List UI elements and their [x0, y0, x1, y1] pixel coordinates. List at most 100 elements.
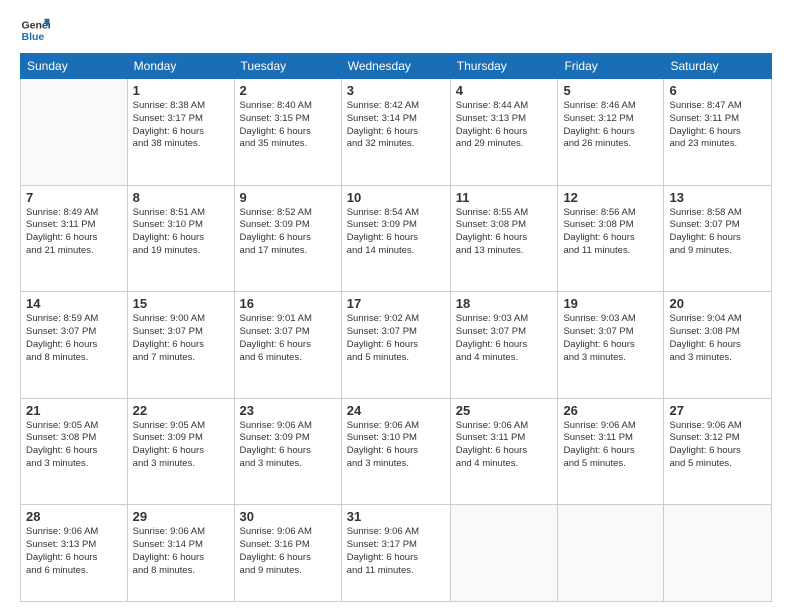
calendar-cell: [558, 505, 664, 602]
svg-text:Blue: Blue: [22, 31, 45, 43]
day-number: 27: [669, 403, 766, 418]
day-number: 16: [240, 296, 336, 311]
day-number: 19: [563, 296, 658, 311]
day-number: 4: [456, 83, 553, 98]
calendar-cell: 20 Sunrise: 9:04 AM Sunset: 3:08 PM Dayli…: [664, 292, 772, 399]
calendar-cell: 1 Sunrise: 8:38 AM Sunset: 3:17 PM Daylig…: [127, 79, 234, 186]
day-info: Sunrise: 9:06 AM Sunset: 3:09 PM Dayligh…: [240, 420, 336, 471]
calendar-table: SundayMondayTuesdayWednesdayThursdayFrid…: [20, 53, 772, 602]
calendar-cell: 17 Sunrise: 9:02 AM Sunset: 3:07 PM Dayli…: [341, 292, 450, 399]
day-number: 12: [563, 190, 658, 205]
day-number: 1: [133, 83, 229, 98]
day-number: 17: [347, 296, 445, 311]
day-info: Sunrise: 9:05 AM Sunset: 3:09 PM Dayligh…: [133, 420, 229, 471]
calendar-week-row: 14 Sunrise: 8:59 AM Sunset: 3:07 PM Dayli…: [21, 292, 772, 399]
day-info: Sunrise: 8:52 AM Sunset: 3:09 PM Dayligh…: [240, 207, 336, 258]
logo: General Blue: [20, 15, 54, 45]
day-number: 7: [26, 190, 122, 205]
day-info: Sunrise: 8:56 AM Sunset: 3:08 PM Dayligh…: [563, 207, 658, 258]
day-info: Sunrise: 9:06 AM Sunset: 3:10 PM Dayligh…: [347, 420, 445, 471]
day-number: 2: [240, 83, 336, 98]
logo-icon: General Blue: [20, 15, 50, 45]
calendar-cell: 21 Sunrise: 9:05 AM Sunset: 3:08 PM Dayli…: [21, 398, 128, 505]
day-number: 13: [669, 190, 766, 205]
calendar-cell: 29 Sunrise: 9:06 AM Sunset: 3:14 PM Dayli…: [127, 505, 234, 602]
calendar-week-row: 1 Sunrise: 8:38 AM Sunset: 3:17 PM Daylig…: [21, 79, 772, 186]
day-number: 20: [669, 296, 766, 311]
calendar-week-row: 7 Sunrise: 8:49 AM Sunset: 3:11 PM Daylig…: [21, 185, 772, 292]
weekday-header-saturday: Saturday: [664, 54, 772, 79]
day-info: Sunrise: 8:42 AM Sunset: 3:14 PM Dayligh…: [347, 100, 445, 151]
day-number: 31: [347, 509, 445, 524]
day-info: Sunrise: 8:59 AM Sunset: 3:07 PM Dayligh…: [26, 313, 122, 364]
day-info: Sunrise: 9:06 AM Sunset: 3:14 PM Dayligh…: [133, 526, 229, 577]
day-number: 21: [26, 403, 122, 418]
calendar-cell: 15 Sunrise: 9:00 AM Sunset: 3:07 PM Dayli…: [127, 292, 234, 399]
day-number: 28: [26, 509, 122, 524]
calendar-cell: 26 Sunrise: 9:06 AM Sunset: 3:11 PM Dayli…: [558, 398, 664, 505]
day-info: Sunrise: 8:47 AM Sunset: 3:11 PM Dayligh…: [669, 100, 766, 151]
day-info: Sunrise: 9:04 AM Sunset: 3:08 PM Dayligh…: [669, 313, 766, 364]
day-number: 18: [456, 296, 553, 311]
day-info: Sunrise: 9:06 AM Sunset: 3:11 PM Dayligh…: [563, 420, 658, 471]
calendar-cell: 8Sunrise: 8:51 AM Sunset: 3:10 PM Daylig…: [127, 185, 234, 292]
day-number: 24: [347, 403, 445, 418]
day-info: Sunrise: 8:44 AM Sunset: 3:13 PM Dayligh…: [456, 100, 553, 151]
day-number: 5: [563, 83, 658, 98]
day-info: Sunrise: 8:46 AM Sunset: 3:12 PM Dayligh…: [563, 100, 658, 151]
calendar-cell: 22 Sunrise: 9:05 AM Sunset: 3:09 PM Dayli…: [127, 398, 234, 505]
day-info: Sunrise: 9:06 AM Sunset: 3:13 PM Dayligh…: [26, 526, 122, 577]
calendar-cell: 23 Sunrise: 9:06 AM Sunset: 3:09 PM Dayli…: [234, 398, 341, 505]
day-info: Sunrise: 8:55 AM Sunset: 3:08 PM Dayligh…: [456, 207, 553, 258]
weekday-header-monday: Monday: [127, 54, 234, 79]
day-number: 23: [240, 403, 336, 418]
calendar-cell: 7 Sunrise: 8:49 AM Sunset: 3:11 PM Daylig…: [21, 185, 128, 292]
day-number: 26: [563, 403, 658, 418]
day-number: 29: [133, 509, 229, 524]
day-info: Sunrise: 8:58 AM Sunset: 3:07 PM Dayligh…: [669, 207, 766, 258]
day-info: Sunrise: 9:02 AM Sunset: 3:07 PM Dayligh…: [347, 313, 445, 364]
day-info: Sunrise: 9:05 AM Sunset: 3:08 PM Dayligh…: [26, 420, 122, 471]
calendar-cell: 28 Sunrise: 9:06 AM Sunset: 3:13 PM Dayli…: [21, 505, 128, 602]
day-info: Sunrise: 8:54 AM Sunset: 3:09 PM Dayligh…: [347, 207, 445, 258]
calendar-cell: 5 Sunrise: 8:46 AM Sunset: 3:12 PM Daylig…: [558, 79, 664, 186]
calendar-cell: 13 Sunrise: 8:58 AM Sunset: 3:07 PM Dayli…: [664, 185, 772, 292]
calendar-cell: [664, 505, 772, 602]
calendar-cell: [21, 79, 128, 186]
day-info: Sunrise: 9:00 AM Sunset: 3:07 PM Dayligh…: [133, 313, 229, 364]
day-number: 10: [347, 190, 445, 205]
calendar-cell: 14 Sunrise: 8:59 AM Sunset: 3:07 PM Dayli…: [21, 292, 128, 399]
day-number: 3: [347, 83, 445, 98]
day-number: 9: [240, 190, 336, 205]
day-info: Sunrise: 9:03 AM Sunset: 3:07 PM Dayligh…: [563, 313, 658, 364]
calendar-cell: 2Sunrise: 8:40 AM Sunset: 3:15 PM Daylig…: [234, 79, 341, 186]
day-number: 8: [133, 190, 229, 205]
day-info: Sunrise: 8:38 AM Sunset: 3:17 PM Dayligh…: [133, 100, 229, 151]
calendar-cell: 27Sunrise: 9:06 AM Sunset: 3:12 PM Dayli…: [664, 398, 772, 505]
day-number: 11: [456, 190, 553, 205]
calendar-cell: 11 Sunrise: 8:55 AM Sunset: 3:08 PM Dayli…: [450, 185, 558, 292]
weekday-header-sunday: Sunday: [21, 54, 128, 79]
calendar-cell: 31Sunrise: 9:06 AM Sunset: 3:17 PM Dayli…: [341, 505, 450, 602]
calendar-cell: 3 Sunrise: 8:42 AM Sunset: 3:14 PM Daylig…: [341, 79, 450, 186]
calendar-cell: 16 Sunrise: 9:01 AM Sunset: 3:07 PM Dayli…: [234, 292, 341, 399]
day-number: 30: [240, 509, 336, 524]
day-info: Sunrise: 8:49 AM Sunset: 3:11 PM Dayligh…: [26, 207, 122, 258]
calendar-week-row: 28 Sunrise: 9:06 AM Sunset: 3:13 PM Dayli…: [21, 505, 772, 602]
day-info: Sunrise: 9:06 AM Sunset: 3:16 PM Dayligh…: [240, 526, 336, 577]
day-info: Sunrise: 9:06 AM Sunset: 3:11 PM Dayligh…: [456, 420, 553, 471]
calendar-cell: 30 Sunrise: 9:06 AM Sunset: 3:16 PM Dayli…: [234, 505, 341, 602]
calendar-cell: 6Sunrise: 8:47 AM Sunset: 3:11 PM Daylig…: [664, 79, 772, 186]
calendar-week-row: 21 Sunrise: 9:05 AM Sunset: 3:08 PM Dayli…: [21, 398, 772, 505]
calendar-cell: [450, 505, 558, 602]
day-number: 22: [133, 403, 229, 418]
day-info: Sunrise: 9:01 AM Sunset: 3:07 PM Dayligh…: [240, 313, 336, 364]
weekday-header-friday: Friday: [558, 54, 664, 79]
calendar-cell: 19 Sunrise: 9:03 AM Sunset: 3:07 PM Dayli…: [558, 292, 664, 399]
weekday-header-wednesday: Wednesday: [341, 54, 450, 79]
day-number: 14: [26, 296, 122, 311]
calendar-cell: 18Sunrise: 9:03 AM Sunset: 3:07 PM Dayli…: [450, 292, 558, 399]
calendar-cell: 25Sunrise: 9:06 AM Sunset: 3:11 PM Dayli…: [450, 398, 558, 505]
day-number: 15: [133, 296, 229, 311]
calendar-cell: 24 Sunrise: 9:06 AM Sunset: 3:10 PM Dayli…: [341, 398, 450, 505]
